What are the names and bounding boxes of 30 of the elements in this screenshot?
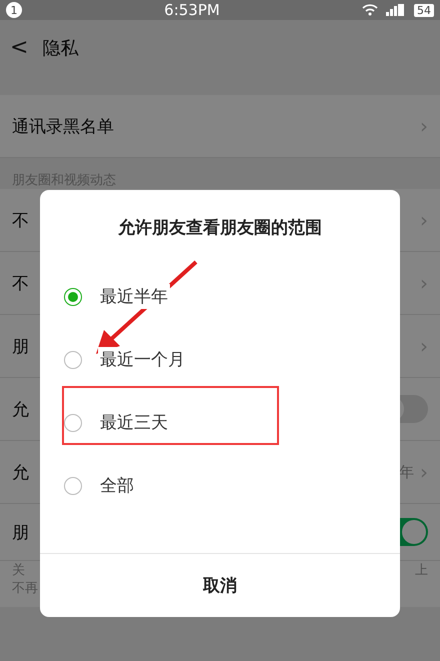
row-label: 不 (12, 210, 29, 232)
chevron-icon: › (420, 114, 428, 138)
row-label: 朋 (12, 336, 29, 358)
chevron-icon: › (420, 460, 428, 484)
dialog-title: 允许朋友查看朋友圈的范围 (117, 217, 323, 240)
chevron-icon: › (420, 334, 428, 358)
radio-option[interactable]: 最近一个月 (40, 328, 400, 391)
row-label: 不 (12, 272, 29, 294)
row-label: 朋 (12, 522, 29, 544)
radio-button[interactable] (64, 414, 82, 432)
row-label: 允 (12, 462, 29, 484)
chevron-icon: › (420, 208, 428, 232)
battery-level: 54 (414, 4, 434, 16)
back-button[interactable]: < (10, 35, 28, 60)
radio-button[interactable] (64, 476, 82, 494)
radio-button[interactable] (64, 350, 82, 368)
cancel-button[interactable]: 取消 (40, 554, 400, 617)
row-label: 通讯录黑名单 (12, 116, 114, 138)
radio-option[interactable]: 全部 (40, 454, 400, 517)
row-label: 允 (12, 398, 29, 420)
radio-option[interactable]: 最近半年 (40, 265, 400, 328)
chevron-icon: › (420, 271, 428, 295)
settings-row[interactable]: 通讯录黑名单 › (0, 95, 440, 158)
clock-time: 6:53PM (163, 1, 221, 19)
radio-option[interactable]: 最近三天 (40, 391, 400, 454)
signal-icon (386, 4, 406, 16)
notification-badge: 1 (6, 2, 22, 18)
wifi-icon (362, 4, 378, 16)
page-title: 隐私 (42, 36, 78, 60)
radio-button[interactable] (64, 288, 82, 306)
